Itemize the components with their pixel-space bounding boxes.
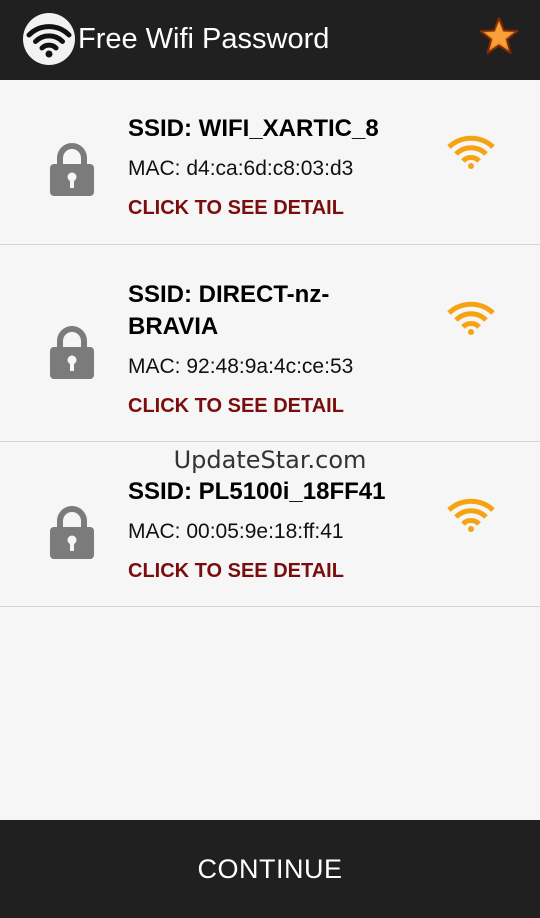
lock-icon bbox=[50, 143, 94, 196]
network-row[interactable]: SSID: DIRECT-nz-BRAVIA MAC: 92:48:9a:4c:… bbox=[0, 245, 540, 442]
see-detail-link[interactable]: CLICK TO SEE DETAIL bbox=[128, 195, 418, 221]
network-row[interactable]: SSID: PL5100i_18FF41 MAC: 00:05:9e:18:ff… bbox=[0, 442, 540, 607]
ssid-label: SSID: DIRECT-nz-BRAVIA bbox=[128, 281, 330, 340]
network-info: SSID: WIFI_XARTIC_8 MAC: d4:ca:6d:c8:03:… bbox=[128, 113, 418, 221]
mac-label: MAC: 92:48:9a:4c:ce:53 bbox=[128, 355, 354, 378]
ssid-label: SSID: WIFI_XARTIC_8 bbox=[128, 115, 379, 142]
app-header: Free Wifi Password bbox=[0, 0, 540, 80]
continue-button[interactable]: CONTINUE bbox=[0, 820, 540, 918]
app-title: Free Wifi Password bbox=[78, 23, 330, 55]
network-info: SSID: DIRECT-nz-BRAVIA MAC: 92:48:9a:4c:… bbox=[128, 279, 418, 419]
network-list: SSID: WIFI_XARTIC_8 MAC: d4:ca:6d:c8:03:… bbox=[0, 80, 540, 607]
wifi-signal-icon bbox=[447, 498, 495, 532]
app-screen: Free Wifi Password SSID: WIFI_XARTIC_8 M… bbox=[0, 0, 540, 918]
wifi-signal-icon bbox=[447, 135, 495, 169]
star-icon bbox=[479, 17, 519, 54]
wifi-signal-icon bbox=[447, 301, 495, 335]
network-info: SSID: PL5100i_18FF41 MAC: 00:05:9e:18:ff… bbox=[128, 476, 418, 584]
ssid-label: SSID: PL5100i_18FF41 bbox=[128, 478, 386, 505]
network-row[interactable]: SSID: WIFI_XARTIC_8 MAC: d4:ca:6d:c8:03:… bbox=[0, 80, 540, 245]
see-detail-link[interactable]: CLICK TO SEE DETAIL bbox=[128, 558, 418, 584]
favorite-button[interactable] bbox=[478, 15, 520, 57]
see-detail-link[interactable]: CLICK TO SEE DETAIL bbox=[128, 393, 418, 419]
wifi-icon bbox=[23, 13, 75, 65]
bottom-bar: CONTINUE bbox=[0, 820, 540, 918]
lock-icon bbox=[50, 326, 94, 379]
mac-label: MAC: d4:ca:6d:c8:03:d3 bbox=[128, 157, 354, 180]
mac-label: MAC: 00:05:9e:18:ff:41 bbox=[128, 520, 344, 543]
lock-icon bbox=[50, 506, 94, 559]
